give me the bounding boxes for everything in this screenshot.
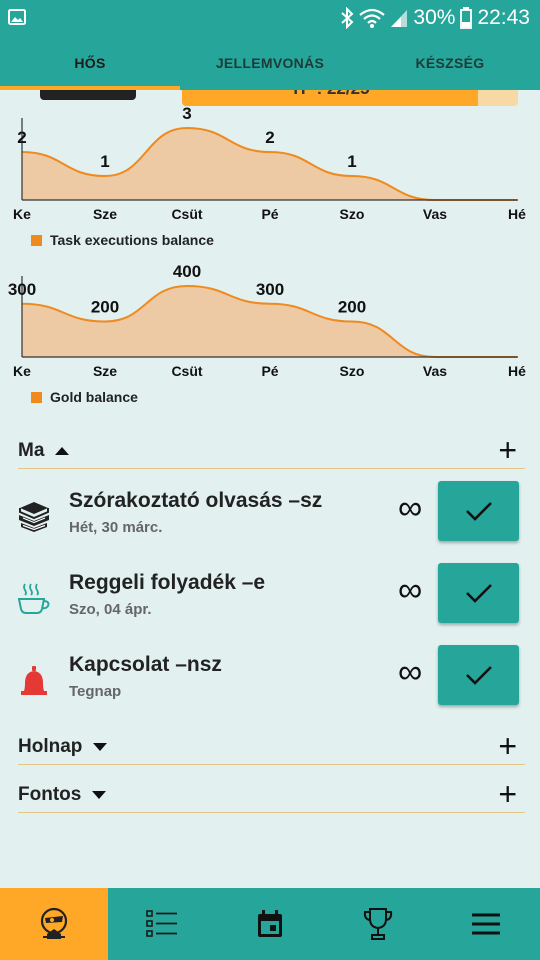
data-label: 1 — [100, 152, 109, 171]
legend-swatch — [31, 391, 42, 403]
wifi-icon — [359, 8, 386, 28]
section-important[interactable]: Fontos + — [18, 765, 525, 813]
gold-balance-chart: 300 200 400 300 200 Ke Sze Csüt Pé Szo Vas Hé Gold … — [0, 262, 540, 410]
nav-hero[interactable] — [0, 888, 108, 960]
legend-label: Task executions balance — [50, 232, 214, 248]
nav-menu[interactable] — [432, 888, 540, 960]
tab-skills[interactable]: KÉSZSÉG — [360, 36, 540, 90]
hero-icon — [40, 907, 68, 939]
task-name: Szórakoztató olvasás –sz — [69, 489, 323, 512]
section-important-label: Fontos — [18, 784, 82, 805]
infinity-icon: ∞ — [398, 653, 423, 691]
task-name: Reggeli folyadék –e — [69, 571, 266, 594]
nav-tasks[interactable] — [108, 888, 216, 960]
tab-bar: HŐS JELLEMVONÁS KÉSZSÉG — [0, 36, 540, 90]
data-label: 1 — [347, 152, 356, 171]
calendar-icon — [258, 910, 282, 937]
data-label: 3 — [182, 106, 191, 123]
chart-legend: Task executions balance — [31, 232, 214, 248]
coffee-cup-icon — [17, 583, 50, 614]
task-date: Szo, 04 ápr. — [69, 601, 152, 618]
data-label: 200 — [91, 298, 119, 317]
hero-summary: TP : 22/25 — [0, 90, 540, 106]
section-tomorrow-label: Holnap — [18, 736, 83, 757]
battery-icon — [460, 7, 473, 29]
data-label: 200 — [338, 298, 366, 317]
signal-icon — [391, 10, 408, 27]
gold-balance-plot: 300 200 400 300 200 Ke Sze Csüt Pé Szo Vas Hé — [8, 262, 526, 377]
xp-progress-bar: TP : 22/25 — [182, 90, 518, 106]
complete-task-button[interactable] — [438, 645, 519, 705]
x-tick-label: Vas — [423, 363, 447, 377]
checkmark-icon — [465, 584, 492, 603]
complete-task-button[interactable] — [438, 481, 519, 541]
task-item[interactable]: Kapcsolat –nsz Tegnap ∞ — [0, 645, 540, 727]
section-important-title: Fontos — [18, 784, 107, 806]
caret-down-icon — [92, 791, 107, 799]
task-list-icon — [146, 910, 177, 937]
section-today-label: Ma — [18, 440, 45, 461]
image-icon — [8, 9, 26, 25]
data-label: 300 — [8, 280, 36, 299]
x-tick-label: Ke — [13, 206, 31, 221]
complete-task-button[interactable] — [438, 563, 519, 623]
status-bar: 30% 22:43 — [0, 0, 540, 36]
task-executions-plot: 2 1 3 2 1 Ke Sze Csüt Pé Szo Vas Hé — [13, 106, 526, 221]
nav-calendar[interactable] — [216, 888, 324, 960]
x-tick-label: Ke — [13, 363, 31, 377]
task-item[interactable]: Reggeli folyadék –e Szo, 04 ápr. ∞ — [0, 563, 540, 645]
task-executions-chart: 2 1 3 2 1 Ke Sze Csüt Pé Szo Vas Hé Task executions… — [0, 106, 540, 254]
infinity-icon: ∞ — [398, 571, 423, 609]
trophy-icon — [363, 908, 393, 940]
task-date: Tegnap — [69, 683, 122, 700]
data-label: 2 — [17, 128, 26, 147]
checkmark-icon — [465, 502, 492, 521]
infinity-icon: ∞ — [398, 489, 423, 527]
battery-percentage: 30% — [413, 6, 456, 29]
x-tick-label: Pé — [261, 363, 278, 377]
add-today-button[interactable]: + — [498, 434, 517, 466]
x-tick-label: Hé — [508, 206, 526, 221]
xp-text: TP : 22/25 — [182, 90, 478, 99]
tab-traits[interactable]: JELLEMVONÁS — [180, 36, 360, 90]
task-item[interactable]: Szórakoztató olvasás –sz Hét, 30 márc. ∞ — [0, 481, 540, 563]
x-tick-label: Pé — [261, 206, 278, 221]
bell-icon — [21, 666, 47, 695]
legend-label: Gold balance — [50, 389, 138, 405]
bluetooth-icon — [341, 7, 354, 29]
x-tick-label: Sze — [93, 363, 117, 377]
data-label: 300 — [256, 280, 284, 299]
bottom-navigation — [0, 888, 540, 960]
nav-achievements[interactable] — [324, 888, 432, 960]
x-tick-label: Vas — [423, 206, 447, 221]
caret-up-icon — [55, 447, 70, 455]
x-tick-label: Csüt — [171, 206, 202, 221]
x-tick-label: Hé — [508, 363, 526, 377]
data-label: 2 — [265, 128, 274, 147]
x-tick-label: Szo — [340, 206, 365, 221]
task-date: Hét, 30 márc. — [69, 519, 163, 536]
clock: 22:43 — [477, 6, 530, 29]
section-tomorrow[interactable]: Holnap + — [18, 728, 525, 765]
data-label: 400 — [173, 262, 201, 281]
x-tick-label: Csüt — [171, 363, 202, 377]
add-tomorrow-button[interactable]: + — [498, 730, 517, 762]
checkmark-icon — [465, 666, 492, 685]
tab-hero[interactable]: HŐS — [0, 36, 180, 90]
books-icon — [19, 502, 49, 532]
legend-swatch — [31, 234, 42, 246]
x-tick-label: Szo — [340, 363, 365, 377]
hero-avatar — [40, 90, 136, 100]
section-today-title: Ma — [18, 440, 70, 462]
caret-down-icon — [93, 743, 108, 751]
menu-icon — [472, 913, 500, 935]
task-name: Kapcsolat –nsz — [69, 653, 222, 676]
add-important-button[interactable]: + — [498, 778, 517, 810]
chart-legend: Gold balance — [31, 389, 138, 405]
section-tomorrow-title: Holnap — [18, 736, 108, 758]
section-today[interactable]: Ma + — [18, 428, 525, 469]
x-tick-label: Sze — [93, 206, 117, 221]
